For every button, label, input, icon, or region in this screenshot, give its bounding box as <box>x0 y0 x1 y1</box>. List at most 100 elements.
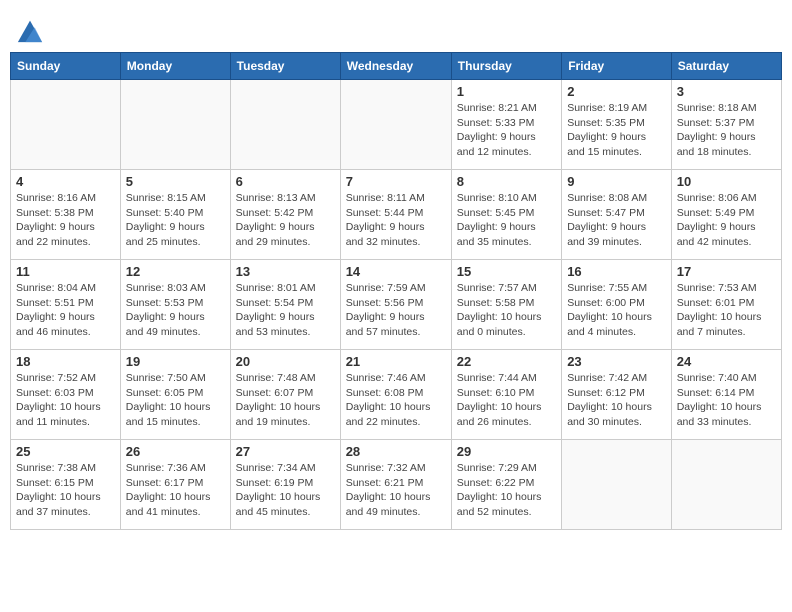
calendar-cell: 11 Sunrise: 8:04 AM Sunset: 5:51 PM Dayli… <box>11 260 121 350</box>
calendar-header-wednesday: Wednesday <box>340 53 451 80</box>
calendar-cell: 9Sunrise: 8:08 AM Sunset: 5:47 PM Daylig… <box>562 170 672 260</box>
day-info: Sunrise: 8:18 AM Sunset: 5:37 PM Dayligh… <box>677 101 776 160</box>
day-number: 21 <box>346 354 446 369</box>
calendar-cell <box>230 80 340 170</box>
page-header <box>10 10 782 44</box>
day-info: Sunrise: 7:53 AM Sunset: 6:01 PM Dayligh… <box>677 281 776 340</box>
calendar-cell: 29 Sunrise: 7:29 AM Sunset: 6:22 PM Dayli… <box>451 440 561 530</box>
day-number: 29 <box>457 444 556 459</box>
calendar-cell: 5 Sunrise: 8:15 AM Sunset: 5:40 PM Daylig… <box>120 170 230 260</box>
day-info: Sunrise: 7:34 AM Sunset: 6:19 PM Dayligh… <box>236 461 335 520</box>
day-info: Sunrise: 7:29 AM Sunset: 6:22 PM Dayligh… <box>457 461 556 520</box>
day-number: 13 <box>236 264 335 279</box>
day-number: 8 <box>457 174 556 189</box>
calendar-cell: 14 Sunrise: 7:59 AM Sunset: 5:56 PM Dayli… <box>340 260 451 350</box>
day-number: 14 <box>346 264 446 279</box>
day-number: 12 <box>126 264 225 279</box>
calendar-week-1: 1 Sunrise: 8:21 AM Sunset: 5:33 PM Daylig… <box>11 80 782 170</box>
calendar-cell <box>340 80 451 170</box>
day-number: 28 <box>346 444 446 459</box>
day-number: 26 <box>126 444 225 459</box>
calendar-header-sunday: Sunday <box>11 53 121 80</box>
day-info: Sunrise: 8:01 AM Sunset: 5:54 PM Dayligh… <box>236 281 335 340</box>
day-info: Sunrise: 8:03 AM Sunset: 5:53 PM Dayligh… <box>126 281 225 340</box>
day-info: Sunrise: 7:42 AM Sunset: 6:12 PM Dayligh… <box>567 371 666 430</box>
day-number: 22 <box>457 354 556 369</box>
day-info: Sunrise: 8:06 AM Sunset: 5:49 PM Dayligh… <box>677 191 776 250</box>
calendar-header-saturday: Saturday <box>671 53 781 80</box>
day-number: 3 <box>677 84 776 99</box>
day-number: 23 <box>567 354 666 369</box>
calendar-cell: 7 Sunrise: 8:11 AM Sunset: 5:44 PM Daylig… <box>340 170 451 260</box>
calendar-header-thursday: Thursday <box>451 53 561 80</box>
day-number: 6 <box>236 174 335 189</box>
calendar-cell: 27 Sunrise: 7:34 AM Sunset: 6:19 PM Dayli… <box>230 440 340 530</box>
calendar-cell: 3 Sunrise: 8:18 AM Sunset: 5:37 PM Daylig… <box>671 80 781 170</box>
day-number: 17 <box>677 264 776 279</box>
day-info: Sunrise: 7:46 AM Sunset: 6:08 PM Dayligh… <box>346 371 446 430</box>
calendar-cell: 8 Sunrise: 8:10 AM Sunset: 5:45 PM Daylig… <box>451 170 561 260</box>
day-number: 16 <box>567 264 666 279</box>
day-info: Sunrise: 8:04 AM Sunset: 5:51 PM Dayligh… <box>16 281 115 340</box>
calendar-header-monday: Monday <box>120 53 230 80</box>
calendar-cell: 17 Sunrise: 7:53 AM Sunset: 6:01 PM Dayli… <box>671 260 781 350</box>
calendar-header-friday: Friday <box>562 53 672 80</box>
calendar-cell <box>120 80 230 170</box>
day-number: 18 <box>16 354 115 369</box>
day-info: Sunrise: 8:15 AM Sunset: 5:40 PM Dayligh… <box>126 191 225 250</box>
day-number: 7 <box>346 174 446 189</box>
day-number: 1 <box>457 84 556 99</box>
day-number: 27 <box>236 444 335 459</box>
day-info: Sunrise: 8:11 AM Sunset: 5:44 PM Dayligh… <box>346 191 446 250</box>
calendar-week-2: 4 Sunrise: 8:16 AM Sunset: 5:38 PM Daylig… <box>11 170 782 260</box>
day-info: Sunrise: 7:36 AM Sunset: 6:17 PM Dayligh… <box>126 461 225 520</box>
calendar-table: SundayMondayTuesdayWednesdayThursdayFrid… <box>10 52 782 530</box>
day-number: 20 <box>236 354 335 369</box>
calendar-header-row: SundayMondayTuesdayWednesdayThursdayFrid… <box>11 53 782 80</box>
day-info: Sunrise: 8:16 AM Sunset: 5:38 PM Dayligh… <box>16 191 115 250</box>
calendar-cell: 19Sunrise: 7:50 AM Sunset: 6:05 PM Dayli… <box>120 350 230 440</box>
calendar-cell: 21 Sunrise: 7:46 AM Sunset: 6:08 PM Dayli… <box>340 350 451 440</box>
calendar-cell: 20 Sunrise: 7:48 AM Sunset: 6:07 PM Dayli… <box>230 350 340 440</box>
calendar-cell: 16 Sunrise: 7:55 AM Sunset: 6:00 PM Dayli… <box>562 260 672 350</box>
logo <box>14 16 44 44</box>
calendar-cell: 2Sunrise: 8:19 AM Sunset: 5:35 PM Daylig… <box>562 80 672 170</box>
day-number: 19 <box>126 354 225 369</box>
day-info: Sunrise: 7:44 AM Sunset: 6:10 PM Dayligh… <box>457 371 556 430</box>
day-number: 15 <box>457 264 556 279</box>
day-info: Sunrise: 8:21 AM Sunset: 5:33 PM Dayligh… <box>457 101 556 160</box>
day-info: Sunrise: 8:10 AM Sunset: 5:45 PM Dayligh… <box>457 191 556 250</box>
day-info: Sunrise: 7:38 AM Sunset: 6:15 PM Dayligh… <box>16 461 115 520</box>
calendar-cell: 6 Sunrise: 8:13 AM Sunset: 5:42 PM Daylig… <box>230 170 340 260</box>
day-info: Sunrise: 8:19 AM Sunset: 5:35 PM Dayligh… <box>567 101 666 160</box>
day-number: 10 <box>677 174 776 189</box>
calendar-cell: 28 Sunrise: 7:32 AM Sunset: 6:21 PM Dayli… <box>340 440 451 530</box>
calendar-cell: 1 Sunrise: 8:21 AM Sunset: 5:33 PM Daylig… <box>451 80 561 170</box>
calendar-cell: 22 Sunrise: 7:44 AM Sunset: 6:10 PM Dayli… <box>451 350 561 440</box>
day-info: Sunrise: 7:32 AM Sunset: 6:21 PM Dayligh… <box>346 461 446 520</box>
calendar-header-tuesday: Tuesday <box>230 53 340 80</box>
calendar-cell: 15 Sunrise: 7:57 AM Sunset: 5:58 PM Dayli… <box>451 260 561 350</box>
logo-icon <box>16 16 44 44</box>
calendar-week-5: 25Sunrise: 7:38 AM Sunset: 6:15 PM Dayli… <box>11 440 782 530</box>
day-number: 24 <box>677 354 776 369</box>
calendar-cell: 25Sunrise: 7:38 AM Sunset: 6:15 PM Dayli… <box>11 440 121 530</box>
calendar-cell: 10 Sunrise: 8:06 AM Sunset: 5:49 PM Dayli… <box>671 170 781 260</box>
calendar-cell <box>671 440 781 530</box>
day-info: Sunrise: 7:57 AM Sunset: 5:58 PM Dayligh… <box>457 281 556 340</box>
calendar-cell <box>562 440 672 530</box>
calendar-cell <box>11 80 121 170</box>
calendar-week-4: 18 Sunrise: 7:52 AM Sunset: 6:03 PM Dayli… <box>11 350 782 440</box>
day-number: 11 <box>16 264 115 279</box>
calendar-cell: 13 Sunrise: 8:01 AM Sunset: 5:54 PM Dayli… <box>230 260 340 350</box>
day-number: 5 <box>126 174 225 189</box>
day-info: Sunrise: 7:40 AM Sunset: 6:14 PM Dayligh… <box>677 371 776 430</box>
day-info: Sunrise: 7:48 AM Sunset: 6:07 PM Dayligh… <box>236 371 335 430</box>
day-info: Sunrise: 7:52 AM Sunset: 6:03 PM Dayligh… <box>16 371 115 430</box>
calendar-cell: 26 Sunrise: 7:36 AM Sunset: 6:17 PM Dayli… <box>120 440 230 530</box>
day-info: Sunrise: 8:08 AM Sunset: 5:47 PM Dayligh… <box>567 191 666 250</box>
day-info: Sunrise: 7:55 AM Sunset: 6:00 PM Dayligh… <box>567 281 666 340</box>
day-number: 4 <box>16 174 115 189</box>
day-info: Sunrise: 7:59 AM Sunset: 5:56 PM Dayligh… <box>346 281 446 340</box>
day-info: Sunrise: 8:13 AM Sunset: 5:42 PM Dayligh… <box>236 191 335 250</box>
